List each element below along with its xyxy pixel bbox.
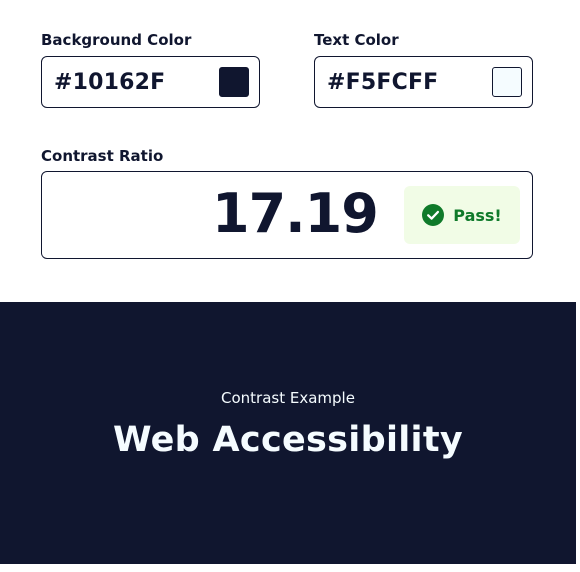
contrast-example-preview: Contrast Example Web Accessibility [0, 302, 576, 564]
example-eyebrow: Contrast Example [221, 389, 355, 407]
background-color-label: Background Color [41, 31, 192, 49]
example-heading: Web Accessibility [112, 420, 463, 460]
status-badge: Pass! [404, 186, 520, 244]
background-color-field[interactable]: #10162F [41, 56, 260, 108]
check-circle-icon [422, 204, 445, 226]
background-color-value[interactable]: #10162F [54, 70, 165, 95]
status-text: Pass! [453, 205, 502, 225]
text-color-label: Text Color [314, 31, 399, 49]
background-color-swatch[interactable] [219, 67, 249, 97]
contrast-ratio-panel: 17.19 Pass! [41, 171, 533, 259]
text-color-swatch[interactable] [492, 67, 522, 97]
text-color-value[interactable]: #F5FCFF [327, 70, 438, 95]
contrast-ratio-value: 17.19 [212, 182, 379, 245]
text-color-field[interactable]: #F5FCFF [314, 56, 533, 108]
contrast-ratio-label: Contrast Ratio [41, 147, 164, 165]
